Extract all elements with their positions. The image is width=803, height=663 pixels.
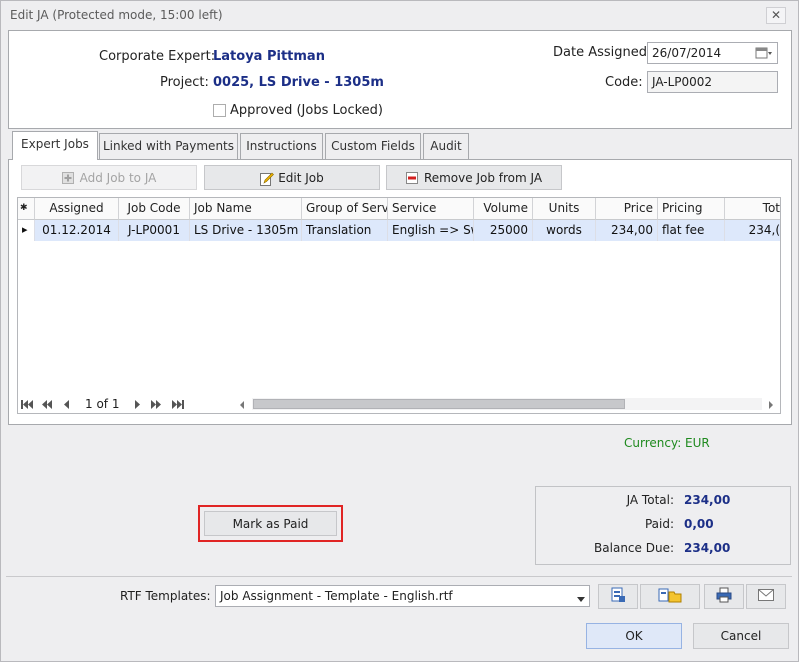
rtf-templates-label: RTF Templates: bbox=[120, 589, 211, 603]
column-header-assigned[interactable]: Assigned bbox=[35, 198, 119, 220]
column-header-service[interactable]: Service bbox=[388, 198, 474, 220]
remove-icon bbox=[405, 171, 418, 184]
column-header-pricing[interactable]: Pricing bbox=[658, 198, 725, 220]
paid-value: 0,00 bbox=[684, 517, 714, 531]
remove-job-label: Remove Job from JA bbox=[423, 170, 543, 185]
tab-instructions[interactable]: Instructions bbox=[240, 133, 323, 160]
project-label: Project: bbox=[160, 75, 209, 90]
ja-total-label: JA Total: bbox=[626, 493, 674, 507]
cell-pricing[interactable]: flat fee bbox=[658, 220, 725, 241]
date-assigned-field[interactable]: 26/07/2014 bbox=[647, 42, 778, 64]
grid-corner: ✱ bbox=[18, 198, 35, 220]
email-button[interactable] bbox=[746, 584, 786, 609]
ja-total-value: 234,00 bbox=[684, 493, 731, 507]
open-folder-template-button[interactable] bbox=[640, 584, 700, 609]
corporate-expert-value[interactable]: Latoya Pittman bbox=[213, 49, 325, 64]
open-folder-icon bbox=[658, 587, 682, 606]
rtf-template-value: Job Assignment - Template - English.rtf bbox=[220, 589, 453, 603]
currency-label: Currency: bbox=[624, 436, 682, 450]
prev-page-button[interactable] bbox=[63, 399, 71, 410]
cell-group-of-service[interactable]: Translation bbox=[302, 220, 388, 241]
ok-button[interactable]: OK bbox=[586, 623, 682, 649]
scroll-left-arrow[interactable] bbox=[238, 399, 246, 409]
column-header-job-code[interactable]: Job Code bbox=[119, 198, 190, 220]
next-page-group-button[interactable] bbox=[150, 399, 162, 410]
column-header-job-name[interactable]: Job Name bbox=[190, 198, 302, 220]
rtf-template-select[interactable]: Job Assignment - Template - English.rtf bbox=[215, 585, 590, 607]
email-icon bbox=[758, 589, 774, 604]
cell-job-code[interactable]: J-LP0001 bbox=[119, 220, 190, 241]
page-indicator: 1 of 1 bbox=[85, 397, 120, 411]
edit-pencil-icon bbox=[260, 172, 275, 186]
footer-separator bbox=[6, 576, 792, 577]
print-button[interactable] bbox=[704, 584, 744, 609]
next-page-button[interactable] bbox=[133, 399, 141, 410]
last-page-button[interactable] bbox=[170, 399, 184, 410]
add-job-label: Add Job to JA bbox=[79, 170, 157, 185]
column-header-units[interactable]: Units bbox=[533, 198, 596, 220]
row-indicator[interactable]: ▸ bbox=[18, 220, 35, 241]
column-header-price[interactable]: Price bbox=[596, 198, 658, 220]
cell-price[interactable]: 234,00 bbox=[596, 220, 658, 241]
paid-label: Paid: bbox=[644, 517, 674, 531]
cell-assigned[interactable]: 01.12.2014 bbox=[35, 220, 119, 241]
project-value[interactable]: 0025, LS Drive - 1305m bbox=[213, 75, 384, 90]
balance-due-label: Balance Due: bbox=[594, 541, 674, 555]
open-template-icon bbox=[610, 587, 626, 606]
column-header-volume[interactable]: Volume bbox=[474, 198, 533, 220]
open-template-button[interactable] bbox=[598, 584, 638, 609]
print-icon bbox=[716, 587, 732, 606]
code-field[interactable]: JA-LP0002 bbox=[647, 71, 778, 93]
balance-due-value: 234,00 bbox=[684, 541, 731, 555]
scroll-right-arrow[interactable] bbox=[767, 399, 775, 409]
remove-job-button[interactable]: Remove Job from JA bbox=[386, 165, 562, 190]
mark-as-paid-button[interactable]: Mark as Paid bbox=[204, 511, 337, 536]
chevron-down-icon[interactable] bbox=[577, 592, 585, 606]
approved-label[interactable]: Approved (Jobs Locked) bbox=[230, 103, 383, 118]
date-assigned-label: Date Assigned: bbox=[553, 45, 652, 60]
window-title: Edit JA (Protected mode, 15:00 left) bbox=[10, 8, 223, 22]
approved-checkbox[interactable] bbox=[213, 104, 226, 117]
close-button[interactable]: ✕ bbox=[766, 7, 786, 24]
cell-units[interactable]: words bbox=[533, 220, 596, 241]
jobs-grid: ✱ Assigned Job Code Job Name Group of Se… bbox=[17, 197, 781, 414]
code-label: Code: bbox=[605, 75, 643, 90]
add-job-button[interactable]: Add Job to JA bbox=[21, 165, 197, 190]
first-page-button[interactable] bbox=[21, 399, 35, 410]
edit-job-label: Edit Job bbox=[278, 170, 324, 185]
cancel-button[interactable]: Cancel bbox=[693, 623, 789, 649]
column-header-total[interactable]: Tot bbox=[725, 198, 780, 220]
cell-job-name[interactable]: LS Drive - 1305m - bbox=[190, 220, 302, 241]
tab-linked-with-payments[interactable]: Linked with Payments bbox=[99, 133, 238, 160]
horizontal-scrollbar-thumb[interactable] bbox=[253, 399, 625, 409]
edit-job-button[interactable]: Edit Job bbox=[204, 165, 380, 190]
calendar-icon[interactable] bbox=[755, 46, 773, 60]
cell-service[interactable]: English => Sw bbox=[388, 220, 474, 241]
tab-audit[interactable]: Audit bbox=[423, 133, 469, 160]
add-icon bbox=[61, 171, 74, 184]
tab-expert-jobs[interactable]: Expert Jobs bbox=[12, 131, 98, 160]
cell-volume[interactable]: 25000 bbox=[474, 220, 533, 241]
currency-value: EUR bbox=[685, 436, 710, 450]
cell-total[interactable]: 234,( bbox=[725, 220, 780, 241]
corporate-expert-label: Corporate Expert: bbox=[99, 49, 216, 64]
tab-custom-fields[interactable]: Custom Fields bbox=[325, 133, 421, 160]
date-assigned-value: 26/07/2014 bbox=[652, 46, 722, 60]
active-tab-joiner bbox=[13, 158, 97, 161]
prev-page-group-button[interactable] bbox=[41, 399, 53, 410]
column-header-group-of-service[interactable]: Group of Serv bbox=[302, 198, 388, 220]
